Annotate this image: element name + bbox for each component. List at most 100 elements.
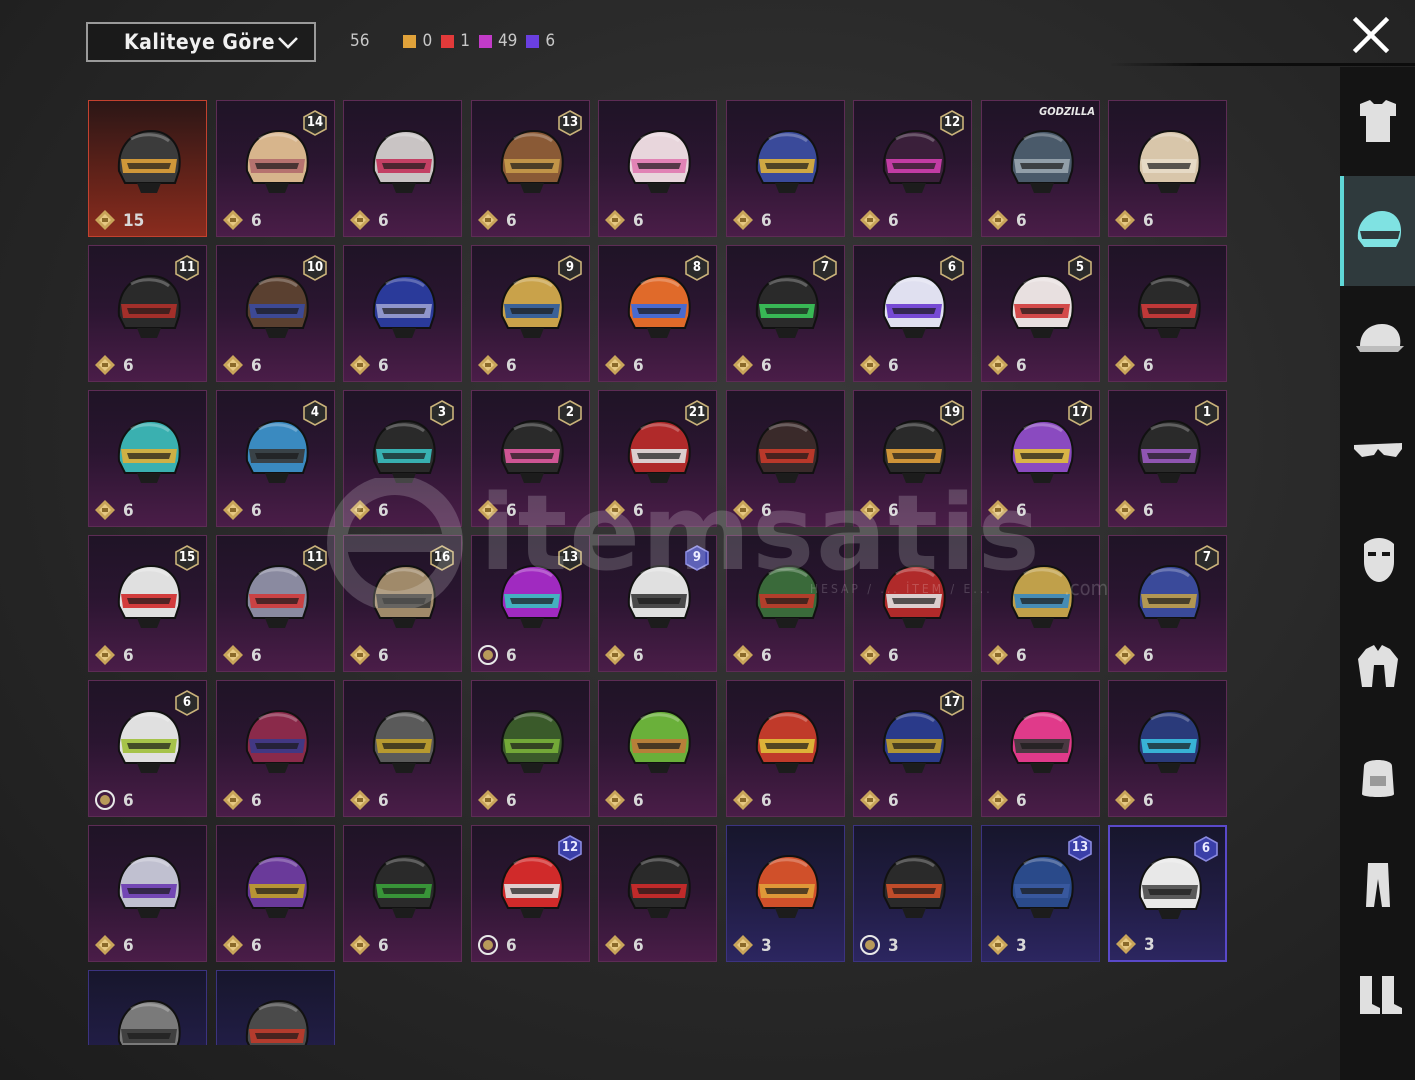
level-badge: 21 — [685, 400, 709, 426]
helmet-item-tile[interactable]: 6 — [981, 535, 1100, 672]
close-icon[interactable] — [1350, 14, 1392, 56]
level-badge-value: 8 — [692, 260, 702, 275]
helmet-item-tile[interactable]: 6 — [726, 390, 845, 527]
helmet-icon — [1357, 211, 1401, 247]
helmet-item-tile[interactable] — [88, 970, 207, 1045]
helmet-item-tile[interactable]: 6 — [726, 535, 845, 672]
helmet-item-tile[interactable]: 6 — [598, 680, 717, 817]
helmet-item-tile[interactable]: 36 — [1108, 825, 1227, 962]
coin-ring-icon — [478, 645, 498, 665]
item-price: 6 — [633, 936, 644, 956]
helmet-item-tile[interactable]: 6 12 — [471, 825, 590, 962]
helmet-item-tile[interactable] — [216, 970, 335, 1045]
level-badge: 8 — [685, 255, 709, 281]
helmet-item-tile[interactable]: 67 — [726, 245, 845, 382]
helmet-item-tile[interactable]: 3 13 — [981, 825, 1100, 962]
helmet-item-tile[interactable]: 6 14 — [216, 100, 335, 237]
helmet-icon — [755, 129, 819, 193]
item-price: 6 — [123, 356, 134, 376]
helmet-item-tile[interactable]: 65 — [981, 245, 1100, 382]
helmet-item-tile[interactable]: 6 — [726, 100, 845, 237]
helmet-item-tile[interactable]: 6 — [853, 535, 972, 672]
helmet-item-tile[interactable]: 6 10 — [216, 245, 335, 382]
nav-glasses[interactable] — [1340, 394, 1415, 504]
helmet-item-tile[interactable]: 6 — [343, 825, 462, 962]
level-badge: 16 — [430, 545, 454, 571]
helmet-item-tile[interactable]: 15 — [88, 100, 207, 237]
quality-count-epic: 49 — [478, 31, 517, 51]
nav-helmet[interactable] — [1340, 176, 1415, 286]
level-badge-value: 13 — [1071, 840, 1089, 855]
helmet-item-tile[interactable]: 6 17 — [853, 680, 972, 817]
helmet-item-tile[interactable]: 6 — [88, 825, 207, 962]
level-badge-value: 12 — [561, 840, 579, 855]
helmet-item-tile[interactable]: 67 — [1108, 535, 1227, 672]
nav-mask[interactable] — [1340, 503, 1415, 613]
item-price: 6 — [1143, 791, 1154, 811]
helmet-item-tile[interactable]: 6 — [343, 100, 462, 237]
helmet-item-tile[interactable]: 64 — [216, 390, 335, 527]
nav-shoes[interactable] — [1340, 939, 1415, 1049]
helmet-item-tile[interactable]: 6 13 — [471, 535, 590, 672]
helmet-item-tile[interactable]: 69 — [471, 245, 590, 382]
level-badge-value: 13 — [561, 115, 579, 130]
item-price: 6 — [633, 791, 644, 811]
item-price: 6 — [761, 211, 772, 231]
level-badge: 5 — [1068, 255, 1092, 281]
helmet-item-tile[interactable]: 6 — [88, 390, 207, 527]
nav-backpack[interactable] — [1340, 721, 1415, 831]
coin-icon — [988, 210, 1008, 230]
helmet-item-tile[interactable]: 6 11 — [88, 245, 207, 382]
item-price: 6 — [1143, 356, 1154, 376]
quality-swatch — [526, 34, 540, 48]
helmet-item-tile[interactable]: 6 12 — [853, 100, 972, 237]
helmet-item-tile[interactable]: 6 21 — [598, 390, 717, 527]
nav-cap[interactable] — [1340, 285, 1415, 395]
helmet-item-tile[interactable]: 68 — [598, 245, 717, 382]
helmet-item-tile[interactable]: 6 — [471, 680, 590, 817]
coin-icon — [860, 500, 880, 520]
helmet-item-tile[interactable]: 6 13 — [471, 100, 590, 237]
helmet-item-tile[interactable]: 66 — [853, 245, 972, 382]
helmet-item-tile[interactable]: 6 — [216, 825, 335, 962]
nav-outfit[interactable] — [1340, 67, 1415, 177]
helmet-item-tile[interactable]: 6 11 — [216, 535, 335, 672]
helmet-item-tile[interactable]: 66 — [88, 680, 207, 817]
helmet-item-tile[interactable]: 6 19 — [853, 390, 972, 527]
helmet-item-tile[interactable]: 61 — [1108, 390, 1227, 527]
helmet-item-tile[interactable]: 6 — [598, 100, 717, 237]
helmet-item-tile[interactable]: 6 — [343, 245, 462, 382]
item-grid[interactable]: 15 6 14 6 6 13 6 6 6 12 6 GODZILLA 6 6 11 6 10 6 6 9 6 8 6 7 6 6 6… — [88, 100, 1229, 1045]
level-badge: 10 — [303, 255, 327, 281]
item-price: 6 — [1143, 646, 1154, 666]
helmet-item-tile[interactable]: 6 15 — [88, 535, 207, 672]
helmet-icon — [1010, 564, 1074, 628]
coin-icon — [733, 645, 753, 665]
helmet-item-tile[interactable]: 69 — [598, 535, 717, 672]
nav-jacket[interactable] — [1340, 612, 1415, 722]
helmet-item-tile[interactable]: 6 16 — [343, 535, 462, 672]
helmet-item-tile[interactable]: 6 GODZILLA — [981, 100, 1100, 237]
helmet-item-tile[interactable]: 6 — [598, 825, 717, 962]
helmet-item-tile[interactable]: 63 — [343, 390, 462, 527]
helmet-item-tile[interactable]: 6 — [1108, 680, 1227, 817]
level-badge-value: 15 — [178, 550, 196, 565]
helmet-item-tile[interactable]: 62 — [471, 390, 590, 527]
category-sidebar — [1340, 67, 1415, 1080]
level-badge-value: 3 — [437, 405, 447, 420]
helmet-item-tile[interactable]: 6 — [1108, 100, 1227, 237]
helmet-item-tile[interactable]: 6 17 — [981, 390, 1100, 527]
sort-dropdown[interactable]: Kaliteye Göre — [86, 22, 316, 62]
level-badge-value: 9 — [692, 550, 702, 565]
nav-pants[interactable] — [1340, 830, 1415, 940]
quality-swatch — [403, 34, 417, 48]
helmet-item-tile[interactable]: 6 — [216, 680, 335, 817]
helmet-item-tile[interactable]: 6 — [343, 680, 462, 817]
helmet-item-tile[interactable]: 3 — [853, 825, 972, 962]
helmet-item-tile[interactable]: 6 — [726, 680, 845, 817]
helmet-icon — [117, 854, 181, 918]
helmet-item-tile[interactable]: 6 — [981, 680, 1100, 817]
helmet-item-tile[interactable]: 6 — [1108, 245, 1227, 382]
helmet-icon — [1137, 709, 1201, 773]
helmet-item-tile[interactable]: 3 — [726, 825, 845, 962]
